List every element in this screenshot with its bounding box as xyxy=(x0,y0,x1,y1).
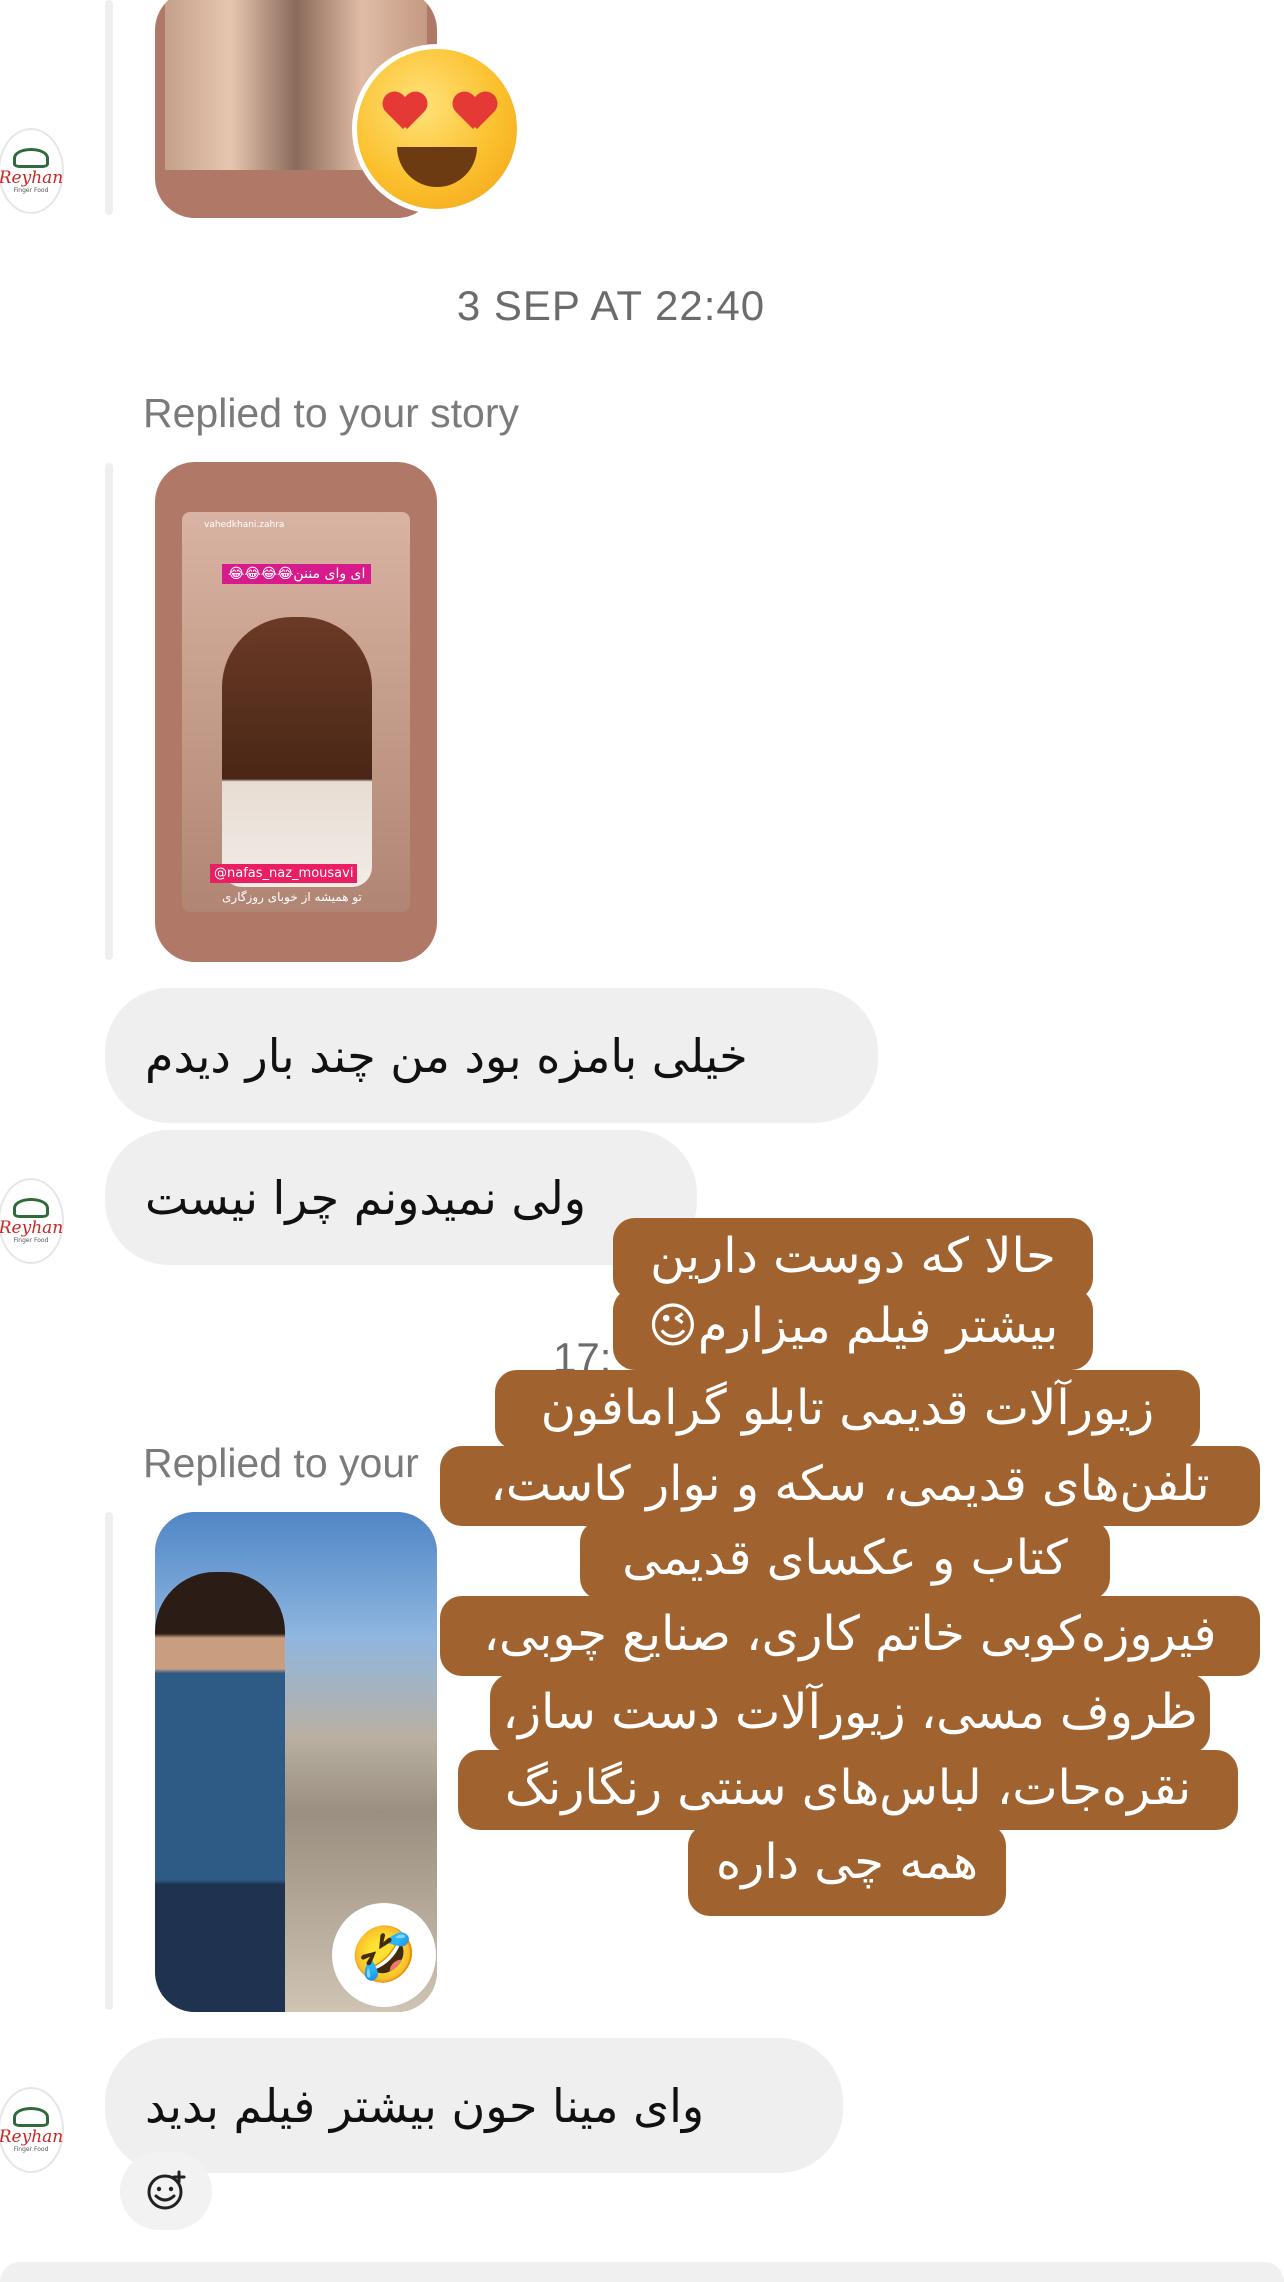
smiley-plus-icon xyxy=(147,2170,186,2210)
laughing-emoji-icon: 🤣 xyxy=(350,1923,418,1986)
overlay-line: تلفن‌های قدیمی، سکه و نوار کاست، xyxy=(440,1446,1260,1526)
story-caption-bottom: تو همیشه از خوبای روزگاری xyxy=(222,890,362,904)
heart-eyes-emoji-icon xyxy=(352,44,522,214)
story-caption-top: ای وای مننن😂😂😂😂 xyxy=(222,564,372,584)
message-bubble[interactable]: وای مینا حون بیشتر فیلم بدید xyxy=(105,2038,843,2173)
thread-line xyxy=(105,463,113,960)
avatar[interactable]: Reyhan Finger Food xyxy=(0,1178,64,1264)
overlay-line: فیروزه‌کوبی خاتم کاری، صنایع چوبی، xyxy=(440,1596,1260,1676)
story-person xyxy=(222,617,372,887)
overlay-line: بیشتر فیلم میزارم😉 xyxy=(613,1288,1093,1370)
story-username: vahedkhani.zahra xyxy=(204,520,285,530)
story-person xyxy=(155,1572,285,2012)
message-bubble[interactable]: خیلی بامزه بود من چند بار دیدم xyxy=(105,988,878,1123)
story-reply-thumbnail-1[interactable]: vahedkhani.zahra ای وای مننن😂😂😂😂 @nafas_… xyxy=(155,462,437,962)
thread-line xyxy=(105,1512,113,2010)
overlay-line: نقره‌جات، لباس‌های سنتی رنگارنگ xyxy=(458,1750,1238,1830)
overlay-line: کتاب و عکسای قدیمی xyxy=(580,1520,1110,1600)
composer-bar[interactable] xyxy=(0,2262,1284,2282)
story-tag: @nafas_naz_mousavi xyxy=(210,864,358,883)
avatar[interactable]: Reyhan Finger Food xyxy=(0,128,64,214)
message-text: خیلی بامزه بود من چند بار دیدم xyxy=(145,1028,748,1083)
add-reaction-button[interactable] xyxy=(120,2152,212,2230)
reply-label: Replied to your xyxy=(143,1440,419,1486)
thread-line xyxy=(105,0,113,215)
message-text: ولی نمیدونم چرا نیست xyxy=(145,1170,586,1225)
overlay-line: زیورآلات قدیمی تابلو گرامافون xyxy=(495,1370,1200,1450)
timestamp: 3 SEP AT 22:40 xyxy=(456,282,766,329)
overlay-line: ظروف مسی، زیورآلات دست ساز، xyxy=(490,1674,1210,1754)
laughing-emoji-reaction[interactable]: 🤣 xyxy=(332,1903,436,2007)
reply-label: Replied to your story xyxy=(143,390,520,436)
overlay-line: همه چی داره xyxy=(688,1824,1006,1916)
message-text: وای مینا حون بیشتر فیلم بدید xyxy=(145,2078,705,2133)
avatar[interactable]: Reyhan Finger Food xyxy=(0,2087,64,2173)
overlay-text-sticker: حالا که دوست دارین بیشتر فیلم میزارم😉 زی… xyxy=(440,1218,1270,1943)
story-image-1: vahedkhani.zahra ای وای مننن😂😂😂😂 @nafas_… xyxy=(182,512,410,912)
